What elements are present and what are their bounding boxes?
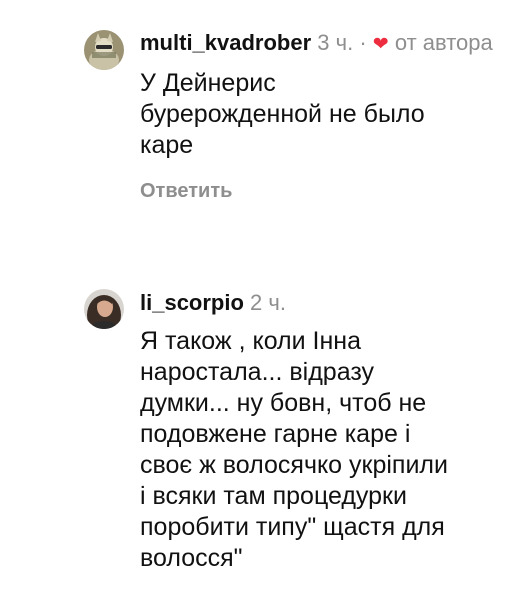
liked-by-author: от автора <box>394 30 493 55</box>
user-avatar[interactable] <box>84 30 124 70</box>
comment-username[interactable]: multi_kvadrober <box>140 30 311 55</box>
comment-text: У Дейнерис бурерожденной не было каре <box>140 69 425 159</box>
heart-icon: ❤ <box>372 34 389 55</box>
meta-separator: · <box>359 30 367 55</box>
comment-body: multi_kvadrober 3 ч. · ❤ от автора У Дей… <box>140 27 510 203</box>
comment-username[interactable]: li_scorpio <box>140 290 244 315</box>
user-avatar[interactable] <box>84 289 124 329</box>
comment-body: li_scorpio 2 ч. Я також , коли Інна наро… <box>140 287 510 574</box>
comment-item: multi_kvadrober 3 ч. · ❤ от автора У Дей… <box>0 27 524 247</box>
comment-item: li_scorpio 2 ч. Я також , коли Інна наро… <box>0 287 524 600</box>
comment-time: 2 ч. <box>250 290 286 315</box>
reply-button[interactable]: Ответить <box>140 180 232 203</box>
comment-meta: multi_kvadrober 3 ч. · ❤ от автора <box>140 27 510 60</box>
comment-text: Я також , коли Інна наростала... відразу… <box>140 327 448 572</box>
comment-time: 3 ч. <box>317 30 354 55</box>
comment-meta: li_scorpio 2 ч. <box>140 287 510 318</box>
